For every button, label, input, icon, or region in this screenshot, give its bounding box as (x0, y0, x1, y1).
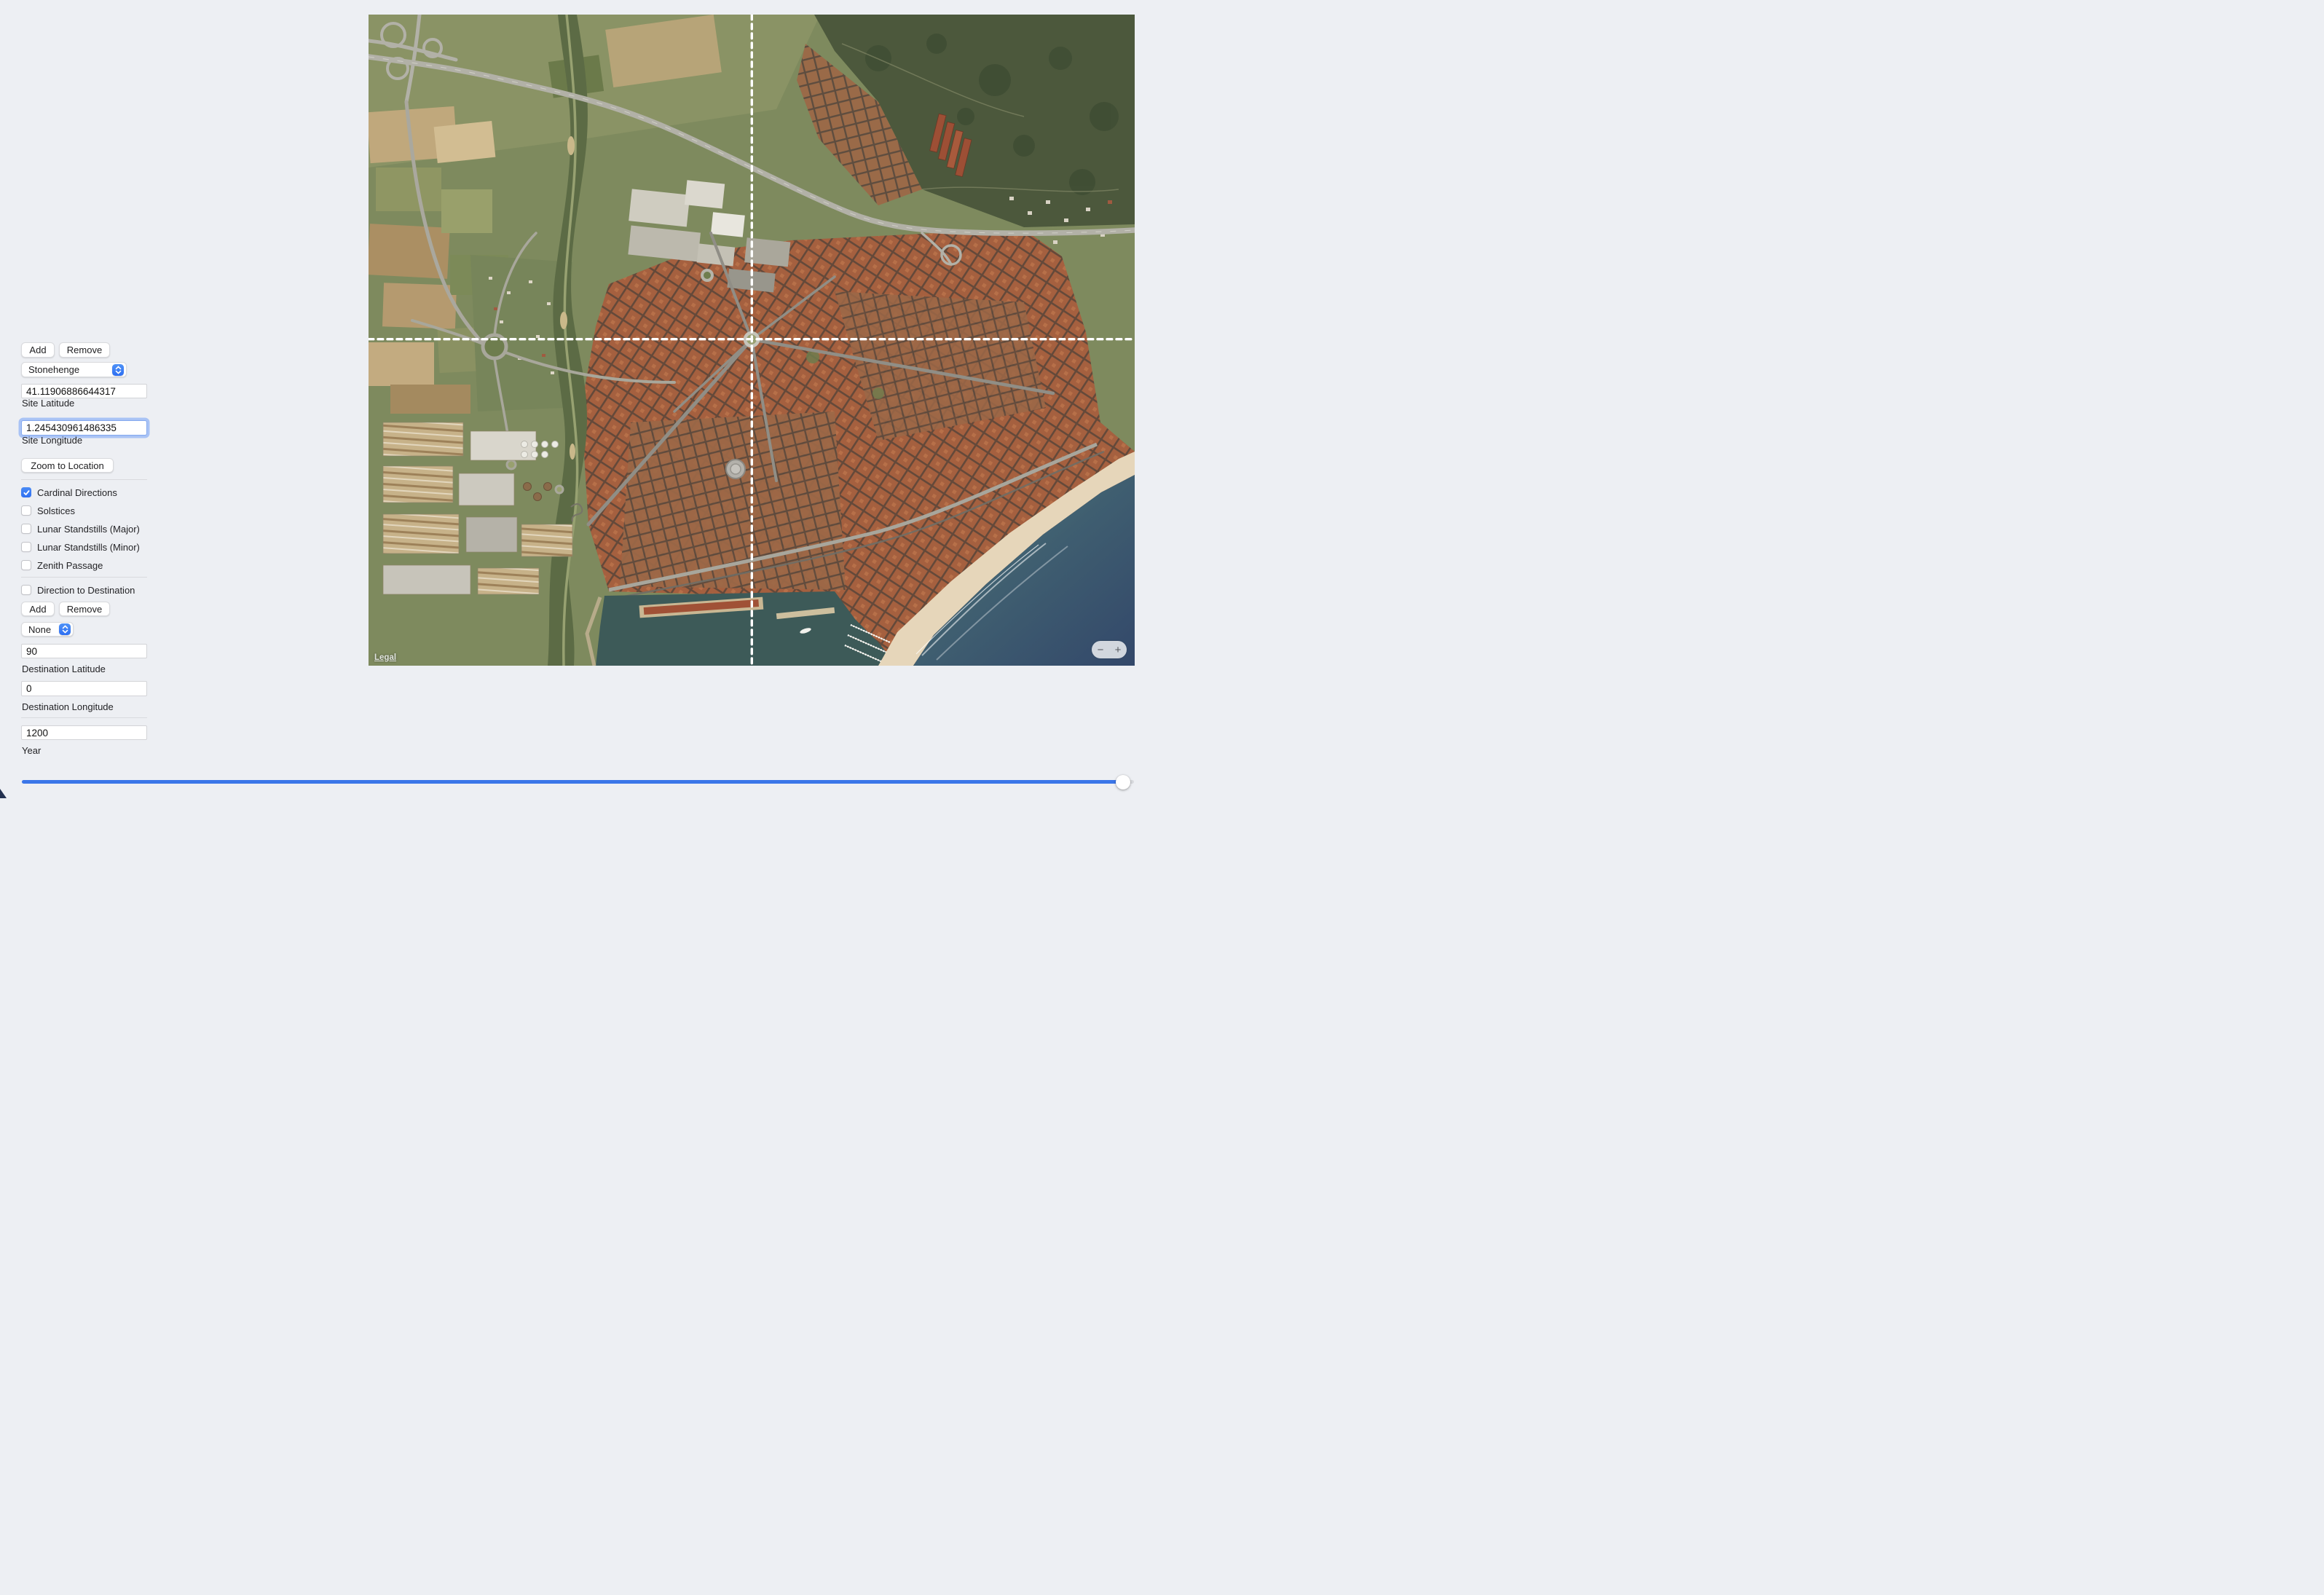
checkbox-row-zenith-passage[interactable]: Zenith Passage (21, 558, 103, 572)
direction-to-destination-checkbox[interactable] (21, 585, 31, 595)
site-add-button[interactable]: Add (21, 342, 55, 358)
checkbox-row-solstices[interactable]: Solstices (21, 503, 75, 518)
time-slider-fill (22, 780, 1123, 784)
checkbox-label: Lunar Standstills (Major) (37, 524, 140, 535)
divider (21, 479, 147, 480)
destination-longitude-label: Destination Longitude (22, 701, 114, 712)
destination-longitude-input[interactable] (21, 681, 147, 696)
destination-select[interactable]: None (21, 622, 74, 637)
zoom-to-location-button[interactable]: Zoom to Location (21, 458, 114, 473)
site-select-value: Stonehenge (28, 364, 79, 375)
lunar-standstills-minor-checkbox[interactable] (21, 542, 31, 552)
checkbox-label: Zenith Passage (37, 560, 103, 571)
destination-add-button[interactable]: Add (21, 602, 55, 616)
site-latitude-input[interactable] (21, 384, 147, 398)
time-slider[interactable] (22, 774, 1134, 789)
zoom-out-button[interactable]: − (1098, 645, 1104, 655)
checkbox-label: Solstices (37, 505, 75, 516)
solstices-checkbox[interactable] (21, 505, 31, 516)
year-label: Year (22, 745, 41, 756)
satellite-imagery (369, 15, 1135, 666)
map-zoom-control[interactable]: − + (1092, 641, 1127, 658)
destination-remove-button[interactable]: Remove (59, 602, 110, 616)
cardinal-directions-checkbox[interactable] (21, 487, 31, 497)
destination-latitude-label: Destination Latitude (22, 663, 106, 674)
year-input[interactable] (21, 725, 147, 740)
site-remove-button[interactable]: Remove (59, 342, 110, 358)
destination-latitude-input[interactable] (21, 644, 147, 658)
lunar-standstills-major-checkbox[interactable] (21, 524, 31, 534)
zenith-passage-checkbox[interactable] (21, 560, 31, 570)
app-window: Add Remove Stonehenge Site Latitude Site… (0, 0, 1162, 798)
checkbox-row-cardinal-directions[interactable]: Cardinal Directions (21, 485, 117, 500)
checkbox-label: Direction to Destination (37, 585, 135, 596)
legal-link[interactable]: Legal (374, 653, 396, 662)
checkbox-row-lunar-major[interactable]: Lunar Standstills (Major) (21, 521, 140, 536)
popup-stepper-icon (112, 364, 124, 376)
corner-cursor-artifact (0, 789, 7, 798)
site-select[interactable]: Stonehenge (21, 362, 127, 377)
site-latitude-label: Site Latitude (22, 398, 74, 409)
time-slider-thumb[interactable] (1116, 775, 1130, 789)
checkbox-row-direction-to-destination[interactable]: Direction to Destination (21, 583, 135, 597)
satellite-map[interactable]: Legal − + (369, 15, 1135, 666)
site-longitude-label: Site Longitude (22, 435, 82, 446)
divider (21, 577, 147, 578)
site-longitude-input[interactable] (21, 420, 147, 436)
checkbox-row-lunar-minor[interactable]: Lunar Standstills (Minor) (21, 540, 140, 554)
checkbox-label: Cardinal Directions (37, 487, 117, 498)
checkbox-label: Lunar Standstills (Minor) (37, 542, 140, 553)
zoom-in-button[interactable]: + (1115, 645, 1122, 655)
destination-select-value: None (28, 624, 51, 635)
popup-stepper-icon (59, 623, 71, 635)
divider (21, 717, 147, 718)
